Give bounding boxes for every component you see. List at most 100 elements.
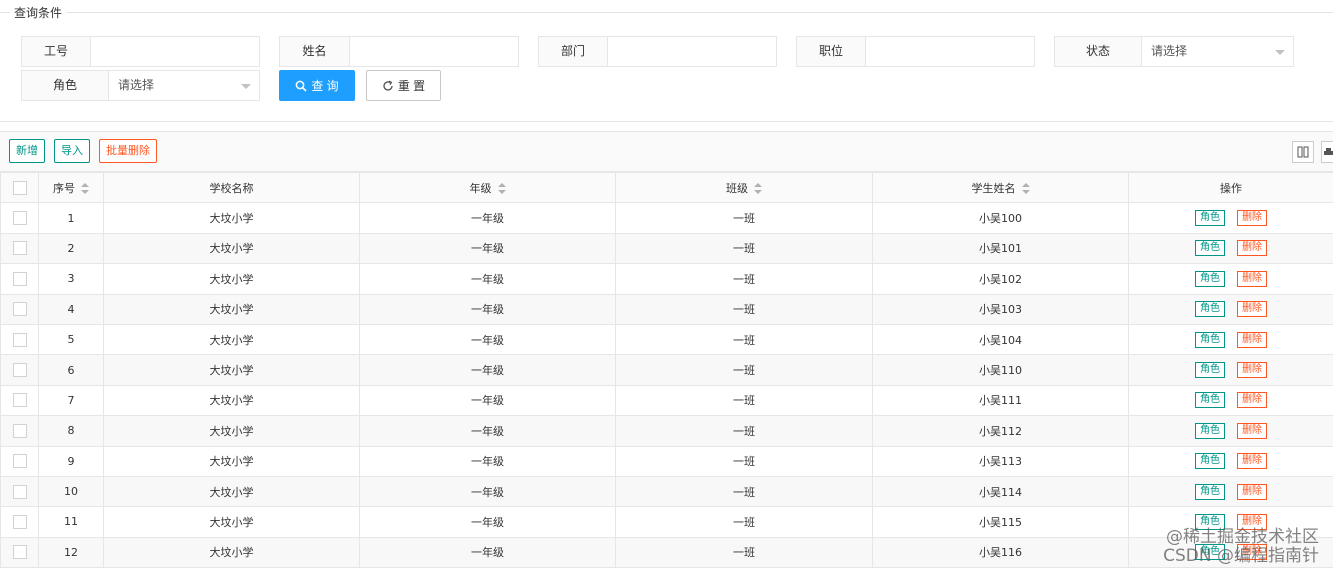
position-input[interactable]: [866, 37, 1034, 66]
query-legend: 查询条件: [10, 5, 67, 21]
sort-icon[interactable]: [497, 183, 506, 195]
employee-id-input[interactable]: [91, 37, 259, 66]
row-role-button[interactable]: 角色: [1195, 270, 1225, 287]
cell-class: 一班: [615, 506, 873, 538]
cell-student: 小吴110: [872, 354, 1129, 386]
row-role-button[interactable]: 角色: [1195, 422, 1225, 439]
cell-actions: 角色 删除: [1128, 445, 1333, 477]
row-delete-button[interactable]: 删除: [1237, 210, 1267, 227]
row-checkbox[interactable]: [12, 545, 27, 560]
row-checkbox[interactable]: [12, 514, 27, 529]
row-delete-button[interactable]: 删除: [1237, 483, 1267, 500]
row-select-cell: [0, 506, 39, 538]
col-header-student[interactable]: 学生姓名: [872, 171, 1129, 204]
cell-student: 小吴113: [872, 445, 1129, 477]
row-select-cell: [0, 293, 39, 325]
row-role-button[interactable]: 角色: [1195, 392, 1225, 409]
cell-grade: 一年级: [359, 536, 616, 568]
row-checkbox[interactable]: [12, 423, 27, 438]
search-button[interactable]: 查 询: [279, 70, 355, 101]
cell-class: 一班: [615, 293, 873, 325]
row-checkbox[interactable]: [12, 454, 27, 469]
chevron-down-icon: [241, 84, 251, 89]
cell-actions: 角色 删除: [1128, 384, 1333, 417]
import-button[interactable]: 导入: [54, 139, 90, 163]
sort-icon[interactable]: [1021, 183, 1030, 195]
cell-class: 一班: [615, 202, 873, 234]
sort-icon[interactable]: [754, 183, 762, 195]
query-panel: 查询条件 工号 姓名 部门 职位 状态 请选择 角色 请选择 查 询 重 置: [0, 0, 1333, 122]
select-all-checkbox[interactable]: [12, 180, 27, 195]
col-header-label: 年级: [469, 181, 492, 195]
row-role-button[interactable]: 角色: [1195, 331, 1225, 348]
chevron-down-icon: [1275, 50, 1285, 55]
name-input[interactable]: [350, 37, 518, 66]
role-select[interactable]: 请选择: [109, 71, 259, 100]
col-header-label: 序号: [53, 181, 75, 195]
cell-actions: 角色 删除: [1128, 263, 1333, 295]
cell-school: 大坟小学: [103, 323, 360, 356]
col-header-no[interactable]: 序号: [38, 171, 104, 204]
row-checkbox[interactable]: [12, 332, 27, 347]
cell-class: 一班: [615, 323, 873, 356]
row-checkbox[interactable]: [12, 302, 27, 317]
reset-button[interactable]: 重 置: [366, 70, 441, 101]
cell-no: 2: [38, 232, 104, 265]
cell-school: 大坟小学: [103, 263, 360, 295]
table-row: 10 大坟小学 一年级 一班 小吴114 角色 删除: [0, 475, 1333, 508]
add-button[interactable]: 新增: [9, 139, 45, 163]
table-row: 5 大坟小学 一年级 一班 小吴104 角色 删除: [0, 323, 1333, 356]
cell-class: 一班: [615, 232, 873, 265]
batch-delete-button[interactable]: 批量删除: [99, 139, 157, 163]
row-delete-button[interactable]: 删除: [1237, 240, 1267, 257]
cell-actions: 角色 删除: [1128, 354, 1333, 386]
row-delete-button[interactable]: 删除: [1237, 270, 1267, 287]
row-role-button[interactable]: 角色: [1195, 240, 1225, 257]
cell-class: 一班: [615, 536, 873, 568]
sort-icon[interactable]: [81, 183, 89, 195]
row-checkbox[interactable]: [12, 271, 27, 286]
reset-button-label: 重 置: [397, 79, 426, 93]
cell-student: 小吴102: [872, 263, 1129, 295]
cell-school: 大坟小学: [103, 445, 360, 477]
col-header-label: 操作: [1220, 181, 1242, 195]
cell-school: 大坟小学: [103, 475, 360, 508]
cell-class: 一班: [615, 263, 873, 295]
columns-icon[interactable]: [1292, 141, 1314, 163]
table-row: 2 大坟小学 一年级 一班 小吴101 角色 删除: [0, 232, 1333, 265]
row-delete-button[interactable]: 删除: [1237, 301, 1267, 318]
field-label: 部门: [539, 37, 608, 66]
row-checkbox[interactable]: [12, 363, 27, 378]
status-select[interactable]: 请选择: [1142, 37, 1293, 66]
row-delete-button[interactable]: 删除: [1237, 392, 1267, 409]
row-checkbox[interactable]: [12, 241, 27, 256]
row-select-cell: [0, 263, 39, 295]
row-delete-button[interactable]: 删除: [1237, 422, 1267, 439]
print-icon[interactable]: [1321, 141, 1333, 163]
row-role-button[interactable]: 角色: [1195, 362, 1225, 379]
row-checkbox[interactable]: [12, 393, 27, 408]
cell-student: 小吴100: [872, 202, 1129, 234]
col-header-class[interactable]: 班级: [615, 171, 873, 204]
row-select-cell: [0, 475, 39, 508]
col-header-grade[interactable]: 年级: [359, 171, 616, 204]
row-role-button[interactable]: 角色: [1195, 453, 1225, 470]
row-delete-button[interactable]: 删除: [1237, 453, 1267, 470]
row-select-cell: [0, 415, 39, 447]
row-role-button[interactable]: 角色: [1195, 210, 1225, 227]
row-select-cell: [0, 323, 39, 356]
cell-class: 一班: [615, 384, 873, 417]
department-input[interactable]: [608, 37, 776, 66]
table-row: 8 大坟小学 一年级 一班 小吴112 角色 删除: [0, 415, 1333, 447]
row-role-button[interactable]: 角色: [1195, 483, 1225, 500]
row-delete-button[interactable]: 删除: [1237, 362, 1267, 379]
cell-grade: 一年级: [359, 384, 616, 417]
row-checkbox[interactable]: [12, 484, 27, 499]
cell-class: 一班: [615, 475, 873, 508]
row-delete-button[interactable]: 删除: [1237, 331, 1267, 348]
cell-student: 小吴112: [872, 415, 1129, 447]
cell-grade: 一年级: [359, 202, 616, 234]
row-role-button[interactable]: 角色: [1195, 301, 1225, 318]
row-checkbox[interactable]: [12, 211, 27, 226]
cell-actions: 角色 删除: [1128, 415, 1333, 447]
